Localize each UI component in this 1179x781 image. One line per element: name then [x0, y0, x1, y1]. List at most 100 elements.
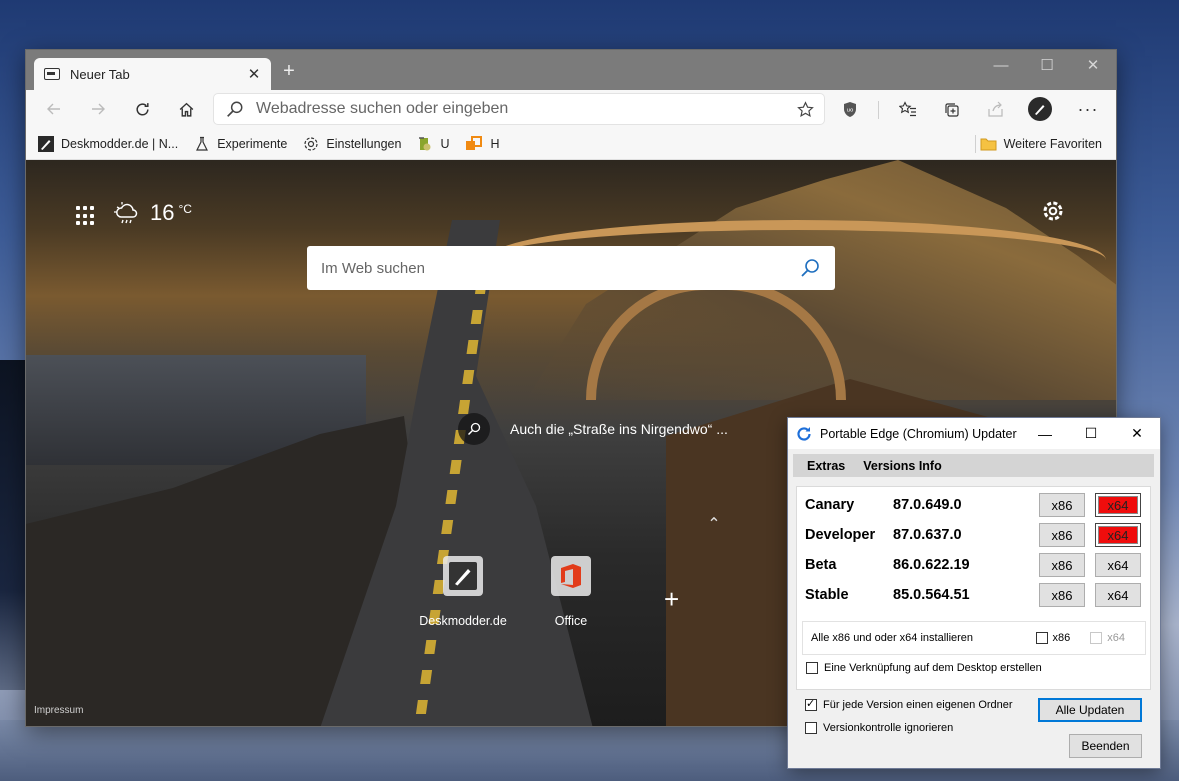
- search-icon: [458, 413, 490, 445]
- title-bar[interactable]: Neuer Tab ✕ + — ☐ ✕: [26, 50, 1116, 90]
- install-all-group: Alle x86 und oder x64 installieren x86 x…: [802, 621, 1146, 655]
- shield-icon: uo: [844, 101, 856, 117]
- tile-label: Deskmodder.de: [419, 614, 507, 628]
- version-number: 87.0.649.0: [893, 497, 962, 513]
- brush-icon: [38, 135, 54, 152]
- ignore-version-control-option[interactable]: Versionkontrolle ignorieren: [805, 722, 953, 734]
- favorites-button[interactable]: [892, 94, 924, 124]
- refresh-button[interactable]: [126, 94, 158, 124]
- gear-icon: [303, 136, 319, 152]
- channel-name: Developer: [805, 527, 876, 543]
- image-info-link[interactable]: Auch die „Straße ins Nirgendwo“ ...: [458, 413, 728, 445]
- own-folder-label: Für jede Version einen eigenen Ordner: [823, 699, 1013, 711]
- ignore-version-control-checkbox[interactable]: [805, 722, 817, 734]
- address-bar[interactable]: Webadresse suchen oder eingeben: [214, 94, 824, 124]
- menu-versions-info[interactable]: Versions Info: [863, 459, 942, 473]
- search-icon: [227, 101, 243, 117]
- canary-x86-button[interactable]: x86: [1039, 493, 1085, 517]
- weather-widget[interactable]: 16 °C: [114, 200, 192, 226]
- extension-icon: [417, 136, 433, 152]
- back-button[interactable]: [38, 94, 70, 124]
- favorite-label: Einstellungen: [326, 136, 402, 151]
- refresh-icon: [796, 426, 812, 442]
- web-search-box[interactable]: Im Web suchen: [307, 246, 835, 290]
- forward-button[interactable]: [82, 94, 114, 124]
- menu-extras[interactable]: Extras: [807, 459, 845, 473]
- favorite-item-u[interactable]: U: [417, 136, 449, 152]
- channel-name: Beta: [805, 557, 837, 573]
- address-input[interactable]: Webadresse suchen oder eingeben: [256, 100, 797, 118]
- app-launcher-icon[interactable]: [76, 206, 96, 226]
- new-tab-button[interactable]: +: [278, 60, 300, 82]
- home-button[interactable]: [170, 94, 202, 124]
- desktop-shortcut-checkbox[interactable]: [806, 662, 818, 674]
- update-all-button[interactable]: Alle Updaten: [1038, 698, 1142, 722]
- quick-link-office[interactable]: Office: [521, 556, 621, 628]
- own-folder-option[interactable]: Für jede Version einen eigenen Ordner: [805, 697, 1013, 711]
- share-icon: [988, 101, 1003, 117]
- more-favorites-label: Weitere Favoriten: [1003, 137, 1102, 151]
- stable-x64-button[interactable]: x64: [1095, 583, 1141, 607]
- add-shortcut-button[interactable]: +: [664, 584, 679, 615]
- quit-button[interactable]: Beenden: [1069, 734, 1142, 758]
- quick-link-deskmodder[interactable]: Deskmodder.de: [413, 556, 513, 628]
- collections-button[interactable]: [936, 94, 968, 124]
- favorite-label: H: [490, 136, 500, 151]
- weather-cloud-rain-icon: [114, 202, 138, 224]
- impressum-link[interactable]: Impressum: [34, 705, 83, 716]
- web-search-input[interactable]: Im Web suchen: [321, 260, 799, 277]
- brush-icon: [443, 556, 483, 596]
- home-icon: [179, 102, 193, 117]
- canary-x64-button[interactable]: x64: [1095, 493, 1141, 517]
- page-settings-gear-icon[interactable]: [1042, 200, 1070, 228]
- dialog-title-bar[interactable]: Portable Edge (Chromium) Updater — ☐ ✕: [788, 418, 1160, 449]
- dialog-close-button[interactable]: ✕: [1114, 418, 1160, 449]
- search-icon: [801, 259, 819, 277]
- favorite-label: Deskmodder.de | N...: [61, 136, 179, 151]
- svg-text:uo: uo: [847, 107, 854, 113]
- share-button[interactable]: [980, 94, 1012, 124]
- profile-button[interactable]: [1024, 94, 1056, 124]
- ublock-extension-button[interactable]: uo: [834, 94, 866, 124]
- temperature: 16: [150, 200, 175, 225]
- more-menu-button[interactable]: ···: [1072, 94, 1104, 124]
- refresh-icon: [135, 102, 149, 115]
- favorite-item-deskmodder[interactable]: Deskmodder.de | N...: [38, 135, 179, 152]
- install-x64-checkbox[interactable]: [1090, 632, 1103, 644]
- minimize-button[interactable]: —: [978, 50, 1024, 80]
- collections-icon: [945, 102, 959, 117]
- install-x86-checkbox[interactable]: [1035, 632, 1048, 644]
- beta-x86-button[interactable]: x86: [1039, 553, 1085, 577]
- beta-x64-button[interactable]: x64: [1095, 553, 1141, 577]
- install-all-label: Alle x86 und oder x64 installieren: [811, 632, 974, 644]
- install-x64-label: x64: [1107, 632, 1125, 644]
- newtab-page-icon: [44, 68, 60, 80]
- developer-x64-button[interactable]: x64: [1095, 523, 1141, 547]
- own-folder-checkbox[interactable]: [805, 697, 817, 711]
- version-number: 85.0.564.51: [893, 587, 970, 603]
- dialog-maximize-button[interactable]: ☐: [1068, 418, 1114, 449]
- folder-icon: [980, 137, 997, 151]
- dialog-minimize-button[interactable]: —: [1022, 418, 1068, 449]
- chevron-up-icon[interactable]: ⌃: [702, 514, 726, 538]
- version-row-canary: Canary 87.0.649.0: [805, 493, 1145, 517]
- arrow-left-icon: [47, 103, 60, 115]
- desktop-shortcut-option[interactable]: Eine Verknüpfung auf dem Desktop erstell…: [806, 662, 1042, 674]
- favorite-item-einstellungen[interactable]: Einstellungen: [303, 136, 401, 152]
- favorite-item-h[interactable]: H: [465, 135, 500, 152]
- version-number: 87.0.637.0: [893, 527, 962, 543]
- close-tab-icon[interactable]: ✕: [243, 63, 265, 85]
- image-caption: Auch die „Straße ins Nirgendwo“ ...: [510, 421, 728, 437]
- version-row-developer: Developer 87.0.637.0: [805, 523, 1145, 547]
- favorite-item-experimente[interactable]: Experimente: [194, 136, 287, 152]
- favorites-bar: Deskmodder.de | N... Experimente Einstel…: [26, 128, 1116, 160]
- more-favorites-folder[interactable]: Weitere Favoriten: [980, 128, 1102, 160]
- ignore-version-control-label: Versionkontrolle ignorieren: [823, 722, 954, 734]
- developer-x86-button[interactable]: x86: [1039, 523, 1085, 547]
- versions-panel: Canary 87.0.649.0 x86 x64 Developer 87.0…: [796, 486, 1151, 690]
- toolbar-divider: [878, 101, 879, 119]
- stable-x86-button[interactable]: x86: [1039, 583, 1085, 607]
- tab-neuer-tab[interactable]: Neuer Tab ✕: [34, 58, 271, 90]
- close-window-button[interactable]: ✕: [1070, 50, 1116, 80]
- maximize-button[interactable]: ☐: [1024, 50, 1070, 80]
